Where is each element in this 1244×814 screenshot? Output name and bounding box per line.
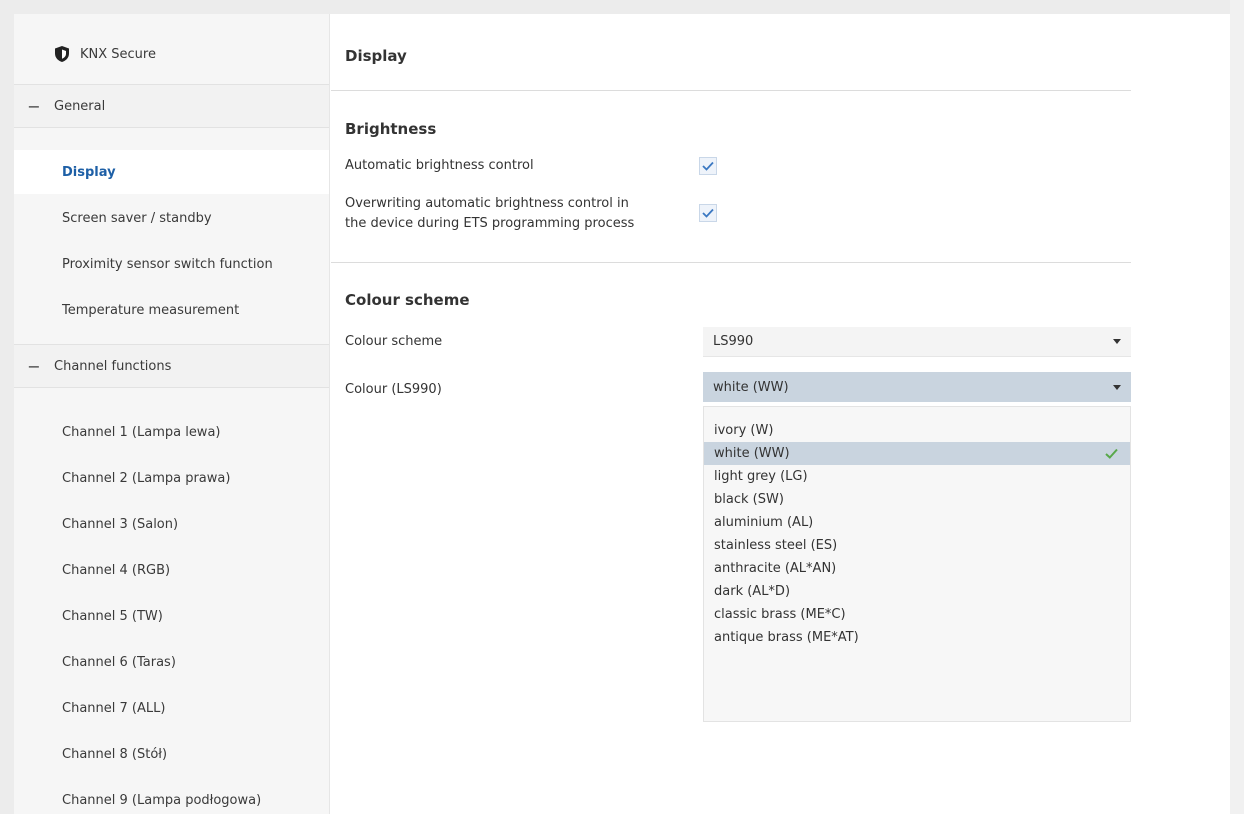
sidebar-group-channel-functions[interactable]: − Channel functions xyxy=(14,344,329,388)
sidebar-item-label: Channel 3 (Salon) xyxy=(62,516,179,532)
sidebar-item-screen-saver[interactable]: Screen saver / standby xyxy=(14,196,329,240)
page-title: Display xyxy=(345,47,407,65)
sidebar-item-channel-9[interactable]: Channel 9 (Lampa podłogowa) xyxy=(14,778,329,814)
divider xyxy=(331,262,1131,263)
sidebar: KNX Secure − General Display Screen save… xyxy=(14,14,330,814)
chevron-down-icon xyxy=(1113,384,1121,390)
sidebar-item-channel-1[interactable]: Channel 1 (Lampa lewa) xyxy=(14,410,329,454)
sidebar-item-label: Temperature measurement xyxy=(62,302,240,318)
sidebar-item-label: Channel 1 (Lampa lewa) xyxy=(62,424,221,440)
sidebar-item-label: KNX Secure xyxy=(80,46,156,62)
checkmark-icon xyxy=(702,161,714,171)
label-line: the device during ETS programming proces… xyxy=(345,216,635,231)
sidebar-group-general[interactable]: − General xyxy=(14,84,329,128)
check-icon xyxy=(1105,448,1118,459)
section-title-brightness: Brightness xyxy=(345,120,437,138)
dropdown-option[interactable]: antique brass (ME*AT) xyxy=(704,626,1130,649)
sidebar-item-channel-6[interactable]: Channel 6 (Taras) xyxy=(14,640,329,684)
colour-label: Colour (LS990) xyxy=(345,382,442,397)
option-label: stainless steel (ES) xyxy=(714,538,838,553)
option-label: light grey (LG) xyxy=(714,469,808,484)
dropdown-option[interactable]: dark (AL*D) xyxy=(704,580,1130,603)
sidebar-item-proximity-sensor[interactable]: Proximity sensor switch function xyxy=(14,242,329,286)
main-panel: Display Brightness Automatic brightness … xyxy=(331,14,1230,814)
option-label: dark (AL*D) xyxy=(714,584,791,599)
sidebar-item-label: Channel 6 (Taras) xyxy=(62,654,176,670)
sidebar-item-display[interactable]: Display xyxy=(14,150,329,194)
section-title-colour-scheme: Colour scheme xyxy=(345,291,470,309)
sidebar-item-label: Channel 8 (Stół) xyxy=(62,746,168,762)
dropdown-option[interactable]: ivory (W) xyxy=(704,419,1130,442)
sidebar-item-label: Proximity sensor switch function xyxy=(62,256,273,272)
select-value: white (WW) xyxy=(713,379,789,395)
sidebar-item-channel-5[interactable]: Channel 5 (TW) xyxy=(14,594,329,638)
option-label: black (SW) xyxy=(714,492,784,507)
sidebar-group-label: General xyxy=(54,98,106,114)
sidebar-item-channel-8[interactable]: Channel 8 (Stół) xyxy=(14,732,329,776)
sidebar-item-label: Screen saver / standby xyxy=(62,210,212,226)
option-label: anthracite (AL*AN) xyxy=(714,561,837,576)
option-label: classic brass (ME*C) xyxy=(714,607,846,622)
sidebar-item-label: Channel 2 (Lampa prawa) xyxy=(62,470,231,486)
sidebar-group-label: Channel functions xyxy=(54,358,172,374)
dropdown-option[interactable]: aluminium (AL) xyxy=(704,511,1130,534)
colour-scheme-label: Colour scheme xyxy=(345,334,443,349)
shield-icon xyxy=(55,46,69,62)
dropdown-option[interactable]: classic brass (ME*C) xyxy=(704,603,1130,626)
auto-brightness-label: Automatic brightness control xyxy=(345,158,534,173)
option-label: antique brass (ME*AT) xyxy=(714,630,859,645)
collapse-icon[interactable]: − xyxy=(14,97,54,116)
dropdown-option[interactable]: black (SW) xyxy=(704,488,1130,511)
select-value: LS990 xyxy=(713,334,754,349)
colour-scheme-select[interactable]: LS990 xyxy=(703,327,1131,357)
dropdown-option[interactable]: light grey (LG) xyxy=(704,465,1130,488)
dropdown-option[interactable]: anthracite (AL*AN) xyxy=(704,557,1130,580)
checkmark-icon xyxy=(702,208,714,218)
dropdown-option[interactable]: stainless steel (ES) xyxy=(704,534,1130,557)
divider xyxy=(331,90,1131,91)
sidebar-item-channel-2[interactable]: Channel 2 (Lampa prawa) xyxy=(14,456,329,500)
sidebar-item-channel-4[interactable]: Channel 4 (RGB) xyxy=(14,548,329,592)
window-left-border xyxy=(0,0,14,814)
dropdown-option-selected[interactable]: white (WW) xyxy=(704,442,1130,465)
sidebar-item-label: Display xyxy=(62,164,116,180)
window-right-border xyxy=(1230,0,1244,814)
window-top-border xyxy=(0,0,1244,14)
sidebar-item-label: Channel 9 (Lampa podłogowa) xyxy=(62,792,262,808)
option-label: aluminium (AL) xyxy=(714,515,814,530)
sidebar-item-label: Channel 5 (TW) xyxy=(62,608,163,624)
sidebar-item-label: Channel 4 (RGB) xyxy=(62,562,171,578)
chevron-down-icon xyxy=(1113,339,1121,344)
colour-select[interactable]: white (WW) xyxy=(703,372,1131,402)
sidebar-item-channel-3[interactable]: Channel 3 (Salon) xyxy=(14,502,329,546)
colour-dropdown-list: ivory (W) white (WW) light grey (LG) bla… xyxy=(703,406,1131,722)
overwrite-brightness-label: Overwriting automatic brightness control… xyxy=(345,194,634,234)
option-label: ivory (W) xyxy=(714,423,774,438)
overwrite-brightness-checkbox[interactable] xyxy=(699,204,717,222)
sidebar-item-channel-7[interactable]: Channel 7 (ALL) xyxy=(14,686,329,730)
option-label: white (WW) xyxy=(714,446,790,461)
sidebar-item-temperature[interactable]: Temperature measurement xyxy=(14,288,329,332)
label-line: Overwriting automatic brightness control… xyxy=(345,196,629,211)
collapse-icon[interactable]: − xyxy=(14,357,54,376)
auto-brightness-checkbox[interactable] xyxy=(699,157,717,175)
sidebar-item-knx-secure[interactable]: KNX Secure xyxy=(14,32,329,76)
sidebar-item-label: Channel 7 (ALL) xyxy=(62,700,166,716)
